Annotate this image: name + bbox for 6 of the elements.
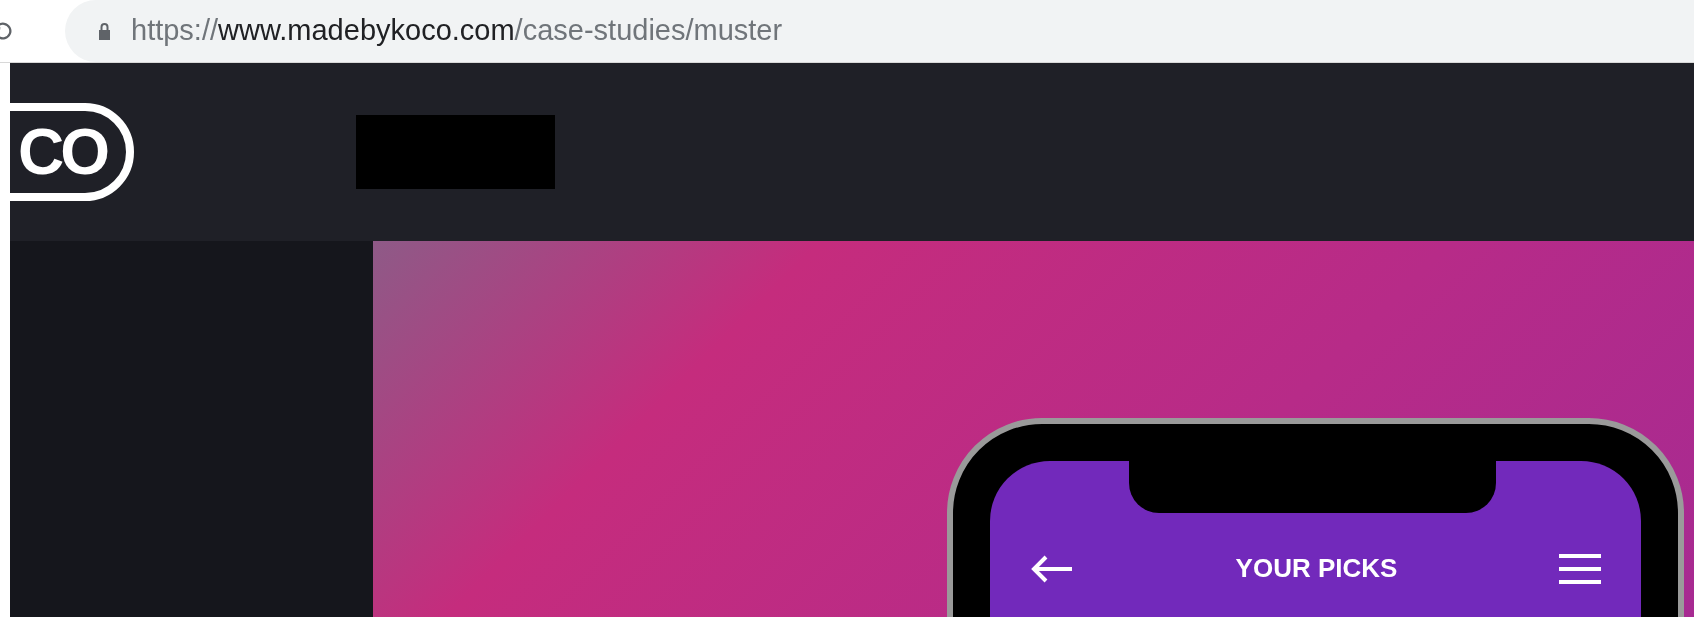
menu-icon[interactable] — [1559, 552, 1601, 585]
back-arrow-icon[interactable] — [1030, 553, 1074, 584]
lock-icon — [97, 22, 112, 40]
url-text: https://www.madebykoco.com/case-studies/muster — [131, 13, 783, 49]
address-bar[interactable]: https://www.madebykoco.com/case-studies/muster — [65, 0, 1694, 62]
screen-title: YOUR PICKS — [1235, 552, 1398, 585]
